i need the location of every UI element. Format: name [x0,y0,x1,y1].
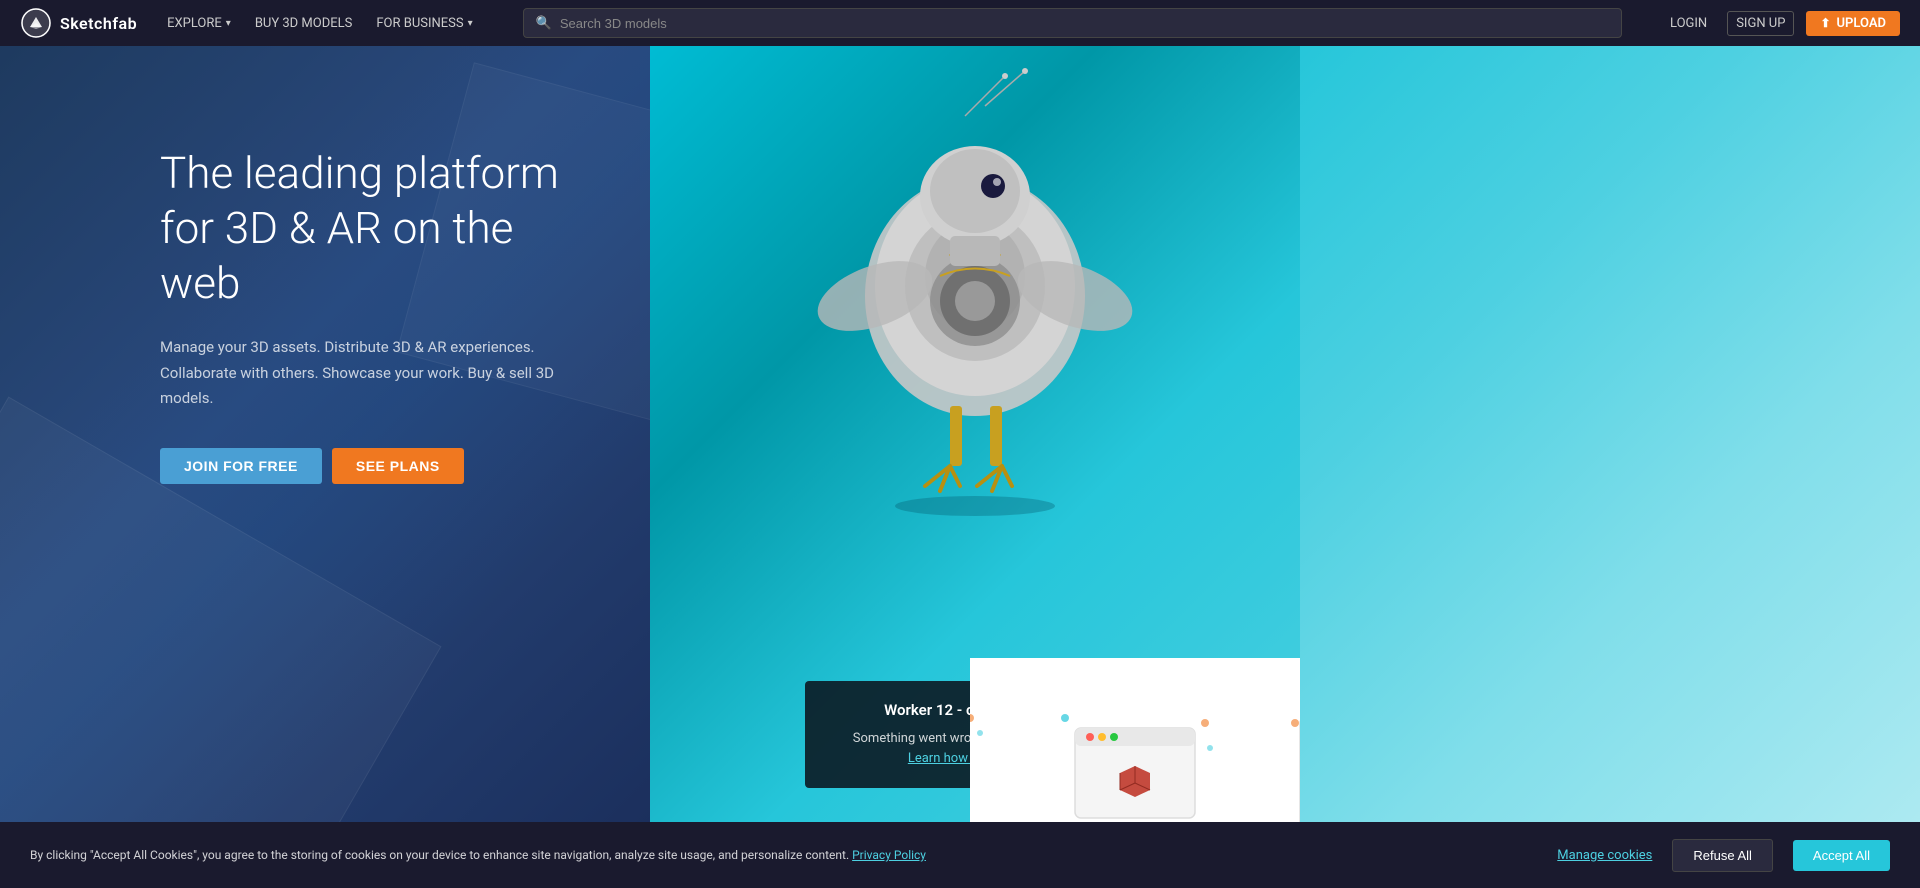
see-plans-button[interactable]: SEE PLANS [332,448,464,484]
join-for-free-button[interactable]: JOIN FOR FREE [160,448,322,484]
cookie-text: By clicking "Accept All Cookies", you ag… [30,846,930,864]
upload-icon: ⬆ [1820,16,1830,30]
model-image [765,66,1185,526]
search-bar[interactable]: 🔍 [523,8,1622,38]
logo-text: Sketchfab [60,14,137,33]
chevron-down-icon: ▾ [226,18,231,29]
nav-for-business[interactable]: FOR BUSINESS ▾ [366,12,482,35]
search-input[interactable] [560,16,1609,31]
hero-left-panel: The leading platformfor 3D & AR on the w… [0,46,650,888]
accept-all-button[interactable]: Accept All [1793,840,1890,871]
navbar-actions: LOGIN SIGN UP ⬆ UPLOAD [1662,11,1900,36]
refuse-all-button[interactable]: Refuse All [1672,839,1773,872]
hero-cta-buttons: JOIN FOR FREE SEE PLANS [160,448,590,484]
navbar: Sketchfab EXPLORE ▾ BUY 3D MODELS FOR BU… [0,0,1920,46]
hero-section: The leading platformfor 3D & AR on the w… [0,46,1920,888]
cookie-banner: By clicking "Accept All Cookies", you ag… [0,822,1920,888]
privacy-policy-link[interactable]: Privacy Policy [852,848,926,862]
hero-subtitle: Manage your 3D assets. Distribute 3D & A… [160,335,580,412]
nav-explore[interactable]: EXPLORE ▾ [157,12,241,35]
login-button[interactable]: LOGIN [1662,12,1715,35]
manage-cookies-button[interactable]: Manage cookies [1557,848,1652,863]
hero-right-extension [1300,46,1920,888]
nav-menu: EXPLORE ▾ BUY 3D MODELS FOR BUSINESS ▾ [157,12,483,35]
hero-viewer-panel: Worker 12 - copy 3D Model Something went… [650,46,1300,888]
robot-bird-svg [765,66,1185,526]
signup-button[interactable]: SIGN UP [1727,11,1794,36]
3d-model-display [765,66,1185,526]
sketchfab-logo-icon [20,7,52,39]
chevron-down-icon: ▾ [468,18,473,29]
search-icon: 🔍 [536,16,552,31]
upload-button[interactable]: ⬆ UPLOAD [1806,11,1900,36]
hero-title: The leading platformfor 3D & AR on the w… [160,146,590,311]
logo[interactable]: Sketchfab [20,7,137,39]
nav-buy-3d-models[interactable]: BUY 3D MODELS [245,12,363,35]
